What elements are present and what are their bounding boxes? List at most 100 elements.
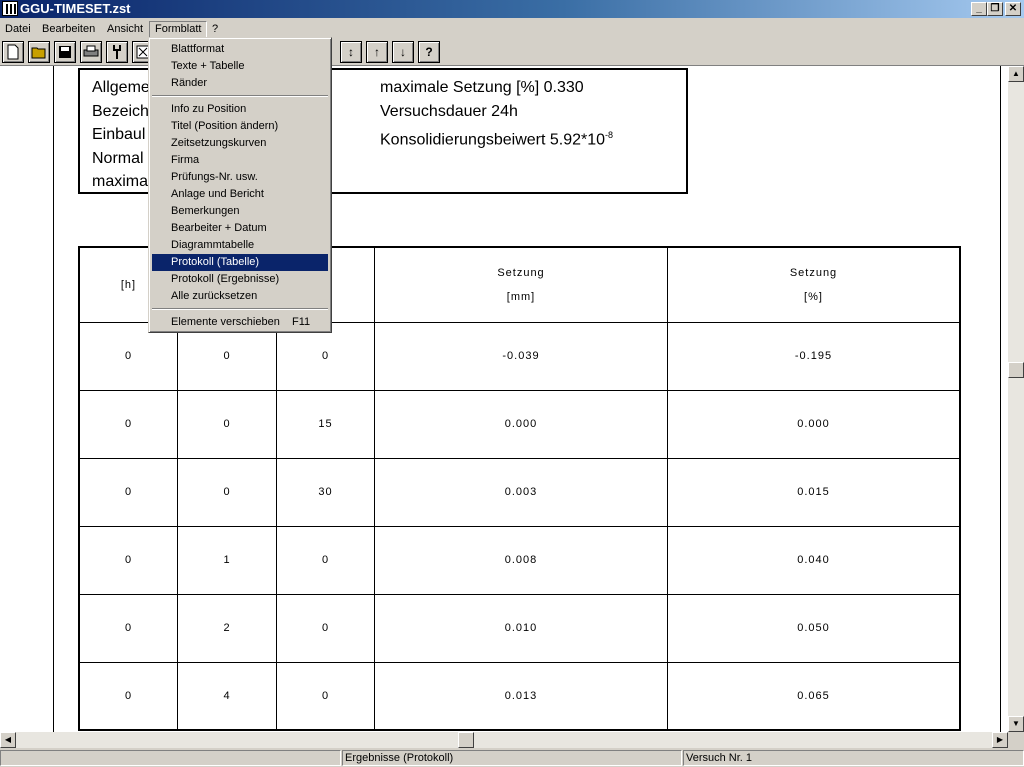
dropdown-item-label: Prüfungs-Nr. usw. — [171, 171, 258, 183]
table-cell: 0.000 — [374, 389, 668, 459]
table-cell: 0.040 — [667, 525, 961, 595]
wrench-icon — [113, 45, 121, 59]
table-cell: 30 — [276, 457, 375, 527]
dropdown-item[interactable]: Elemente verschieben F11 — [152, 314, 328, 331]
info-left-line: Allgeme — [92, 79, 150, 96]
menu-help[interactable]: ? — [207, 21, 223, 38]
dropdown-item[interactable]: Alle zurücksetzen — [152, 288, 328, 305]
dropdown-item[interactable]: Info zu Position — [152, 101, 328, 118]
dropdown-item-label: Protokoll (Tabelle) — [171, 256, 260, 268]
dropdown-item-label: Ränder — [171, 77, 208, 89]
dropdown-item[interactable]: Titel (Position ändern) — [152, 118, 328, 135]
save-button[interactable] — [54, 41, 76, 63]
table-cell: 0 — [78, 661, 178, 731]
table-row: 0 0 30 0.003 0.015 — [78, 457, 961, 527]
dropdown-item[interactable]: Protokoll (Ergebnisse) — [152, 271, 328, 288]
vertical-scroll-thumb[interactable] — [1008, 362, 1024, 378]
dropdown-item-label: Alle zurücksetzen — [171, 290, 258, 302]
table-cell: 4 — [177, 661, 277, 731]
formblatt-dropdown-menu: Blattformat Texte + Tabelle Ränder Info zu … — [148, 37, 332, 333]
scrollbar-corner — [1008, 732, 1024, 748]
height-button[interactable]: ↕ — [340, 41, 362, 63]
max-settlement-text: maximale Setzung [%] 0.330 — [380, 79, 584, 96]
tools-button[interactable] — [106, 41, 128, 63]
dropdown-item-label: Protokoll (Ergebnisse) — [171, 273, 280, 285]
dropdown-item[interactable]: Blattformat — [152, 41, 328, 58]
scroll-down-button[interactable]: ▼ — [1008, 716, 1024, 732]
table-header-cell: Setzung [mm] — [374, 246, 668, 323]
dropdown-item-label: Bearbeiter + Datum — [171, 222, 267, 234]
dropdown-item-label: Info zu Position — [171, 103, 247, 115]
dropdown-item-label: Diagrammtabelle — [171, 239, 255, 251]
table-header-cell: Setzung [%] — [667, 246, 961, 323]
dropdown-separator — [152, 95, 328, 97]
print-button[interactable] — [80, 41, 102, 63]
scroll-left-button[interactable]: ◀ — [0, 732, 16, 748]
dropdown-item[interactable]: Protokoll (Tabelle) — [152, 254, 328, 271]
dropdown-item-label: Blattformat — [171, 43, 225, 55]
scroll-right-button[interactable]: ▶ — [992, 732, 1008, 748]
dropdown-item[interactable]: Anlage und Bericht — [152, 186, 328, 203]
close-button[interactable]: ✕ — [1005, 2, 1021, 16]
table-cell: 0 — [78, 457, 178, 527]
table-cell: 0.003 — [374, 457, 668, 527]
table-cell: 0 — [276, 661, 375, 731]
status-cell-left — [0, 750, 341, 766]
table-row: 0 4 0 0.013 0.065 — [78, 661, 961, 731]
table-cell: 0 — [78, 593, 178, 663]
table-cell: 0.010 — [374, 593, 668, 663]
move-down-button[interactable]: ↓ — [392, 41, 414, 63]
dropdown-item[interactable]: Bearbeiter + Datum — [152, 220, 328, 237]
table-cell: 0 — [276, 525, 375, 595]
menu-datei[interactable]: Datei — [0, 21, 36, 38]
dropdown-item[interactable]: Zeitsetzungskurven — [152, 135, 328, 152]
help-button[interactable]: ? — [418, 41, 440, 63]
info-left-line: Normal — [92, 149, 144, 167]
scroll-up-button[interactable]: ▲ — [1008, 66, 1024, 82]
minimize-button[interactable]: _ — [971, 2, 987, 16]
dropdown-item-label: Titel (Position ändern) — [171, 120, 279, 132]
restore-button[interactable]: ❐ — [987, 2, 1003, 16]
table-cell: 0.008 — [374, 525, 668, 595]
new-file-icon — [7, 44, 19, 60]
horizontal-scroll-thumb[interactable] — [458, 732, 474, 748]
table-cell: 0 — [78, 389, 178, 459]
new-file-button[interactable] — [2, 41, 24, 63]
table-cell: 0.065 — [667, 661, 961, 731]
table-cell: 0.000 — [667, 389, 961, 459]
move-up-button[interactable]: ↑ — [366, 41, 388, 63]
test-duration-text: Versuchsdauer 24h — [380, 102, 518, 120]
dropdown-separator — [152, 308, 328, 310]
table-cell: 0 — [78, 525, 178, 595]
menu-ansicht[interactable]: Ansicht — [102, 21, 148, 38]
table-row: 0 0 15 0.000 0.000 — [78, 389, 961, 459]
app-icon[interactable] — [2, 1, 18, 16]
table-cell: 0.013 — [374, 661, 668, 731]
menu-bar: Datei Bearbeiten Ansicht Formblatt ? — [0, 19, 1024, 39]
menu-formblatt[interactable]: Formblatt — [149, 21, 208, 38]
dropdown-item-label: Elemente verschieben — [171, 316, 280, 328]
dropdown-item[interactable]: Texte + Tabelle — [152, 58, 328, 75]
table-row: 0 2 0 0.010 0.050 — [78, 593, 961, 663]
table-cell: 1 — [177, 525, 277, 595]
horizontal-scrollbar[interactable]: ◀ ▶ — [0, 732, 1008, 748]
title-bar: GGU-TIMESET.zst _ ❐ ✕ — [0, 0, 1024, 18]
save-disk-icon — [59, 46, 71, 58]
open-file-button[interactable] — [28, 41, 50, 63]
printer-icon — [83, 45, 99, 57]
vertical-scrollbar[interactable]: ▲ ▼ — [1008, 66, 1024, 732]
dropdown-item-label: Bemerkungen — [171, 205, 240, 217]
menu-bearbeiten[interactable]: Bearbeiten — [37, 21, 100, 38]
dropdown-item[interactable]: Firma — [152, 152, 328, 169]
dropdown-item[interactable]: Ränder — [152, 75, 328, 92]
dropdown-item-label: Zeitsetzungskurven — [171, 137, 267, 149]
window-title: GGU-TIMESET.zst — [20, 1, 131, 16]
dropdown-item[interactable]: Bemerkungen — [152, 203, 328, 220]
table-cell: 15 — [276, 389, 375, 459]
page-right-border — [1000, 66, 1001, 732]
info-left-line: maxima — [92, 173, 149, 190]
dropdown-item[interactable]: Prüfungs-Nr. usw. — [152, 169, 328, 186]
dropdown-item[interactable]: Diagrammtabelle — [152, 237, 328, 254]
table-cell: 0.050 — [667, 593, 961, 663]
page-left-border — [53, 66, 54, 732]
